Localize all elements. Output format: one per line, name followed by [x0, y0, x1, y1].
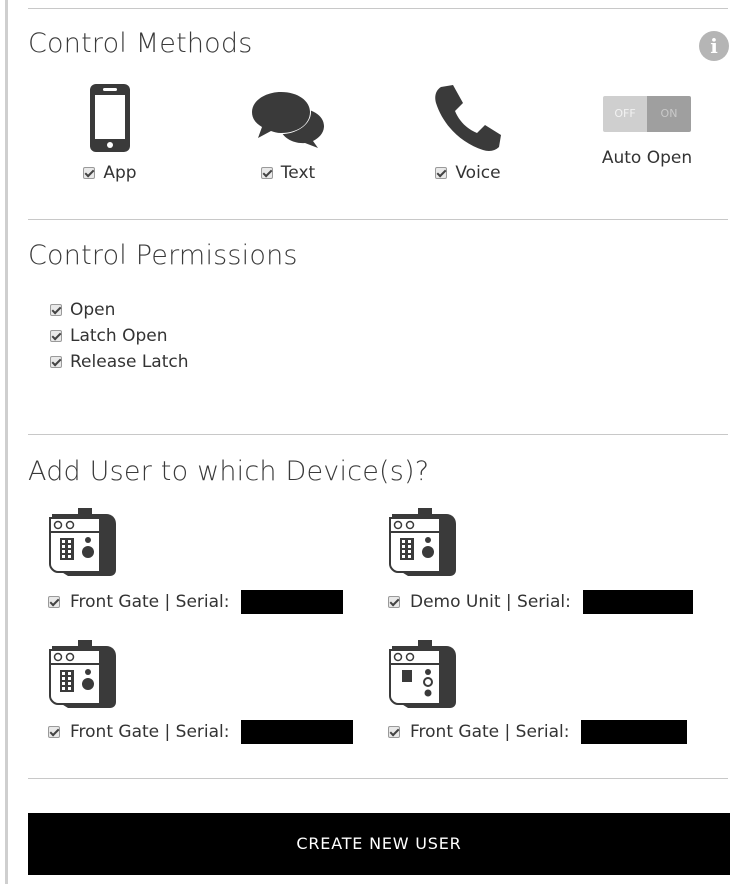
device-card: Demo Unit | Serial: — [388, 508, 708, 628]
permission-label: Release Latch — [70, 352, 189, 372]
info-icon[interactable]: i — [699, 31, 729, 61]
device-label-row: Demo Unit | Serial: — [388, 590, 693, 614]
method-text: Text — [228, 80, 348, 183]
device-card: Front Gate | Serial: — [388, 640, 708, 760]
permissions-list: Open Latch Open Release Latch — [50, 297, 189, 375]
device-label-row: Front Gate | Serial: — [48, 720, 354, 744]
device-checkbox[interactable] — [48, 726, 60, 738]
intercom-buttons-icon — [389, 640, 456, 708]
device-card: Front Gate | Serial: — [48, 508, 368, 628]
text-checkbox[interactable] — [260, 167, 273, 179]
control-methods-title: Control Methods — [28, 28, 253, 59]
intercom-keypad-icon — [49, 640, 116, 708]
left-border — [5, 0, 8, 884]
voice-checkbox[interactable] — [435, 167, 448, 179]
permission-label: Latch Open — [70, 326, 168, 346]
toggle-off-label: OFF — [603, 96, 647, 132]
permission-open: Open — [50, 297, 189, 323]
smartphone-icon — [90, 83, 130, 152]
redacted-serial — [582, 590, 693, 614]
intercom-keypad-icon — [389, 508, 456, 576]
app-label: App — [103, 163, 137, 183]
device-checkbox[interactable] — [48, 596, 60, 608]
redacted-serial — [581, 720, 688, 744]
device-label-row: Front Gate | Serial: — [388, 720, 688, 744]
app-checkbox[interactable] — [83, 167, 96, 179]
chat-bubbles-icon — [251, 89, 324, 148]
permission-latch-open: Latch Open — [50, 323, 189, 349]
permission-label: Open — [70, 300, 116, 320]
open-checkbox[interactable] — [50, 304, 62, 316]
devices-title: Add User to which Device(s)? — [28, 456, 430, 487]
method-voice: Voice — [408, 80, 528, 183]
method-app: App — [50, 80, 170, 183]
device-label: Front Gate | Serial: — [70, 722, 230, 742]
device-checkbox[interactable] — [388, 596, 400, 608]
phone-handset-icon — [435, 84, 501, 151]
redacted-serial — [241, 590, 344, 614]
toggle-on-label: ON — [647, 96, 691, 132]
intercom-keypad-icon — [49, 508, 116, 576]
top-divider — [28, 8, 728, 9]
redacted-serial — [241, 720, 354, 744]
device-label: Demo Unit | Serial: — [410, 592, 571, 612]
text-label: Text — [280, 163, 316, 183]
section-divider — [28, 219, 728, 220]
release-latch-checkbox[interactable] — [50, 356, 62, 368]
auto-open-toggle[interactable]: OFF ON — [603, 96, 691, 132]
device-card: Front Gate | Serial: — [48, 640, 368, 760]
device-checkbox[interactable] — [388, 726, 400, 738]
voice-label: Voice — [455, 163, 501, 183]
device-label-row: Front Gate | Serial: — [48, 590, 344, 614]
section-divider — [28, 778, 728, 779]
device-label: Front Gate | Serial: — [410, 722, 570, 742]
section-divider — [28, 434, 728, 435]
device-label: Front Gate | Serial: — [70, 592, 230, 612]
auto-open-label: Auto Open — [601, 148, 693, 168]
permission-release-latch: Release Latch — [50, 349, 189, 375]
latch-open-checkbox[interactable] — [50, 330, 62, 342]
create-new-user-button[interactable]: CREATE NEW USER — [28, 813, 730, 875]
control-permissions-title: Control Permissions — [28, 240, 298, 271]
